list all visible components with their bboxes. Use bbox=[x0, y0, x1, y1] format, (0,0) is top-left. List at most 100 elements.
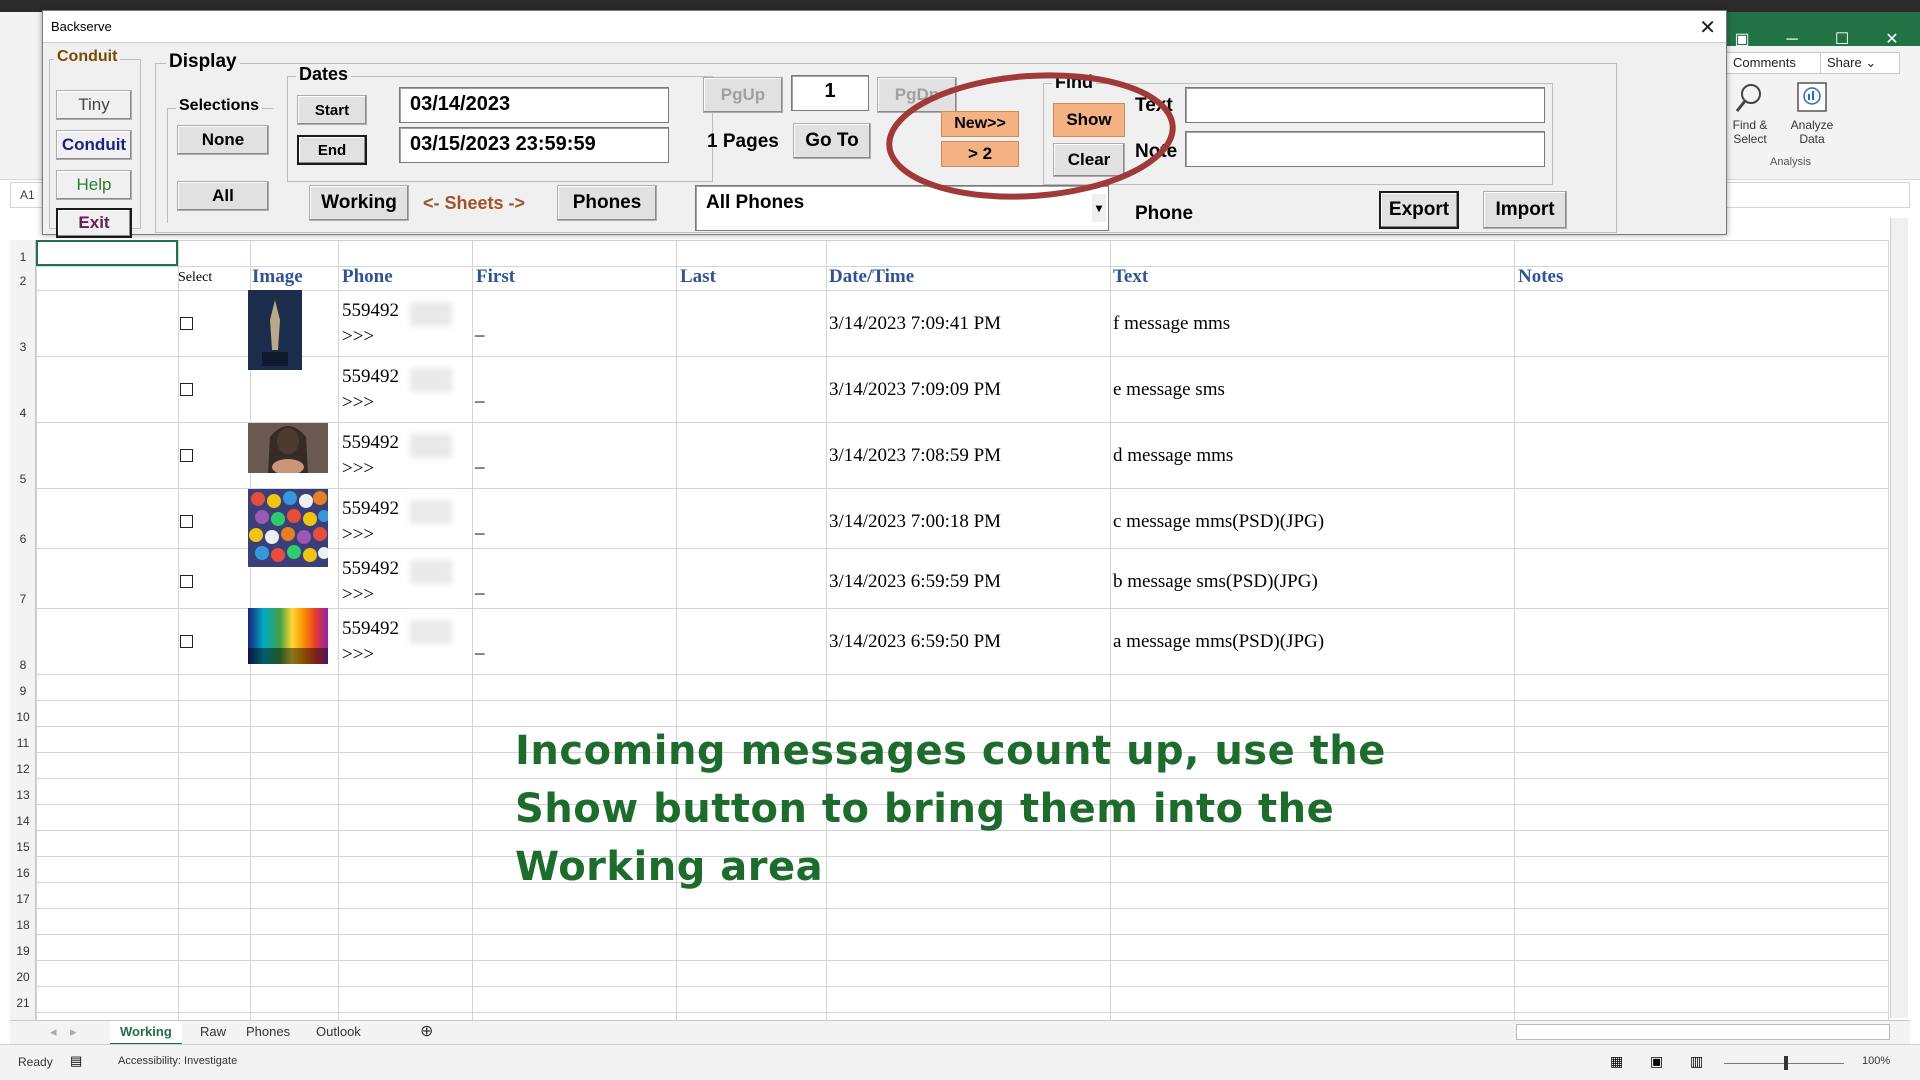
start-date-button[interactable]: Start bbox=[297, 95, 367, 125]
comments-label: Comments bbox=[1733, 55, 1796, 70]
tab-scroll-right-icon[interactable]: ▸ bbox=[60, 1021, 87, 1045]
datetime-cell: 3/14/2023 6:59:59 PM bbox=[829, 571, 1002, 592]
tab-working[interactable]: Working bbox=[110, 1021, 182, 1045]
phone-filter-value: All Phones bbox=[706, 192, 805, 213]
find-text-input[interactable] bbox=[1185, 87, 1545, 123]
redacted-phone bbox=[410, 302, 452, 326]
close-icon[interactable]: ✕ bbox=[1872, 26, 1912, 54]
import-button[interactable]: Import bbox=[1483, 191, 1567, 229]
phone-link[interactable]: >>> bbox=[342, 392, 374, 414]
phone-link[interactable]: >>> bbox=[342, 644, 374, 666]
add-sheet-icon[interactable]: ⊕ bbox=[410, 1021, 443, 1045]
select-all-button[interactable]: All bbox=[177, 181, 269, 211]
page-number-field[interactable]: 1 bbox=[791, 75, 869, 111]
working-sheet-button[interactable]: Working bbox=[309, 185, 409, 221]
help-button[interactable]: Help bbox=[56, 170, 132, 200]
active-cell[interactable] bbox=[36, 240, 178, 266]
row-number[interactable]: 13 bbox=[10, 788, 36, 802]
vertical-scrollbar[interactable] bbox=[1890, 218, 1908, 1018]
phone-link[interactable]: >>> bbox=[342, 326, 374, 348]
tab-phones[interactable]: Phones bbox=[236, 1021, 300, 1045]
normal-view-icon[interactable]: ▦ bbox=[1610, 1053, 1623, 1070]
select-none-button[interactable]: None bbox=[177, 125, 269, 155]
exit-button[interactable]: Exit bbox=[56, 208, 132, 238]
row-number[interactable]: 8 bbox=[10, 658, 36, 672]
row-number[interactable]: 3 bbox=[10, 340, 36, 354]
name-box[interactable]: A1 bbox=[20, 188, 35, 202]
row-number[interactable]: 7 bbox=[10, 592, 36, 606]
text-cell: d message mms bbox=[1113, 445, 1234, 466]
row-number[interactable]: 16 bbox=[10, 866, 36, 880]
comments-button[interactable]: Comments bbox=[1726, 52, 1822, 74]
phone-cell: 559492 bbox=[342, 618, 399, 639]
row-number[interactable]: 1 bbox=[10, 250, 36, 264]
phone-cell: 559492 bbox=[342, 366, 399, 387]
export-button[interactable]: Export bbox=[1379, 191, 1459, 229]
row-number[interactable]: 17 bbox=[10, 892, 36, 906]
phone-link[interactable]: >>> bbox=[342, 524, 374, 546]
phone-cell: 559492 bbox=[342, 558, 399, 579]
minimize-icon[interactable]: ─ bbox=[1772, 26, 1812, 54]
row-number[interactable]: 18 bbox=[10, 918, 36, 932]
macro-record-icon[interactable]: ▤ bbox=[70, 1053, 82, 1069]
row-number[interactable]: 4 bbox=[10, 406, 36, 420]
select-checkbox[interactable] bbox=[180, 515, 193, 528]
text-cell: c message mms(PSD)(JPG) bbox=[1113, 511, 1325, 532]
tiny-button[interactable]: Tiny bbox=[56, 90, 132, 120]
zoom-slider-thumb[interactable] bbox=[1784, 1056, 1788, 1070]
row-gridline bbox=[36, 356, 1888, 357]
row-number[interactable]: 10 bbox=[10, 710, 36, 724]
dialog-title: Backserve bbox=[51, 19, 112, 34]
accessibility-status[interactable]: Accessibility: Investigate bbox=[118, 1055, 237, 1067]
row-number[interactable]: 2 bbox=[10, 274, 36, 288]
dialog-close-icon[interactable]: ✕ bbox=[1699, 15, 1716, 40]
start-date-field[interactable]: 03/14/2023 bbox=[399, 87, 669, 123]
select-checkbox[interactable] bbox=[180, 635, 193, 648]
column-gridline bbox=[676, 240, 677, 1020]
row-number[interactable]: 12 bbox=[10, 762, 36, 776]
row-number[interactable]: 6 bbox=[10, 532, 36, 546]
page-layout-icon[interactable]: ▣ bbox=[1650, 1053, 1663, 1070]
page-break-icon[interactable]: ▥ bbox=[1690, 1053, 1703, 1070]
header-select: Select bbox=[178, 270, 213, 285]
row-number[interactable]: 19 bbox=[10, 944, 36, 958]
select-checkbox[interactable] bbox=[180, 575, 193, 588]
find-note-input[interactable] bbox=[1185, 131, 1545, 167]
conduit-button[interactable]: Conduit bbox=[56, 130, 132, 160]
phone-link[interactable]: >>> bbox=[342, 458, 374, 480]
phones-sheet-button[interactable]: Phones bbox=[557, 185, 657, 221]
zoom-level[interactable]: 100% bbox=[1862, 1055, 1890, 1067]
statue-thumbnail-image bbox=[248, 290, 302, 370]
select-checkbox[interactable] bbox=[180, 317, 193, 330]
row-number[interactable]: 21 bbox=[10, 996, 36, 1010]
ribbon-display-icon[interactable]: ▣ bbox=[1722, 26, 1762, 54]
select-checkbox[interactable] bbox=[180, 449, 193, 462]
row-number[interactable]: 5 bbox=[10, 472, 36, 486]
end-date-button[interactable]: End bbox=[297, 135, 367, 165]
find-select-button[interactable]: Find & Select bbox=[1720, 80, 1780, 146]
dialog-titlebar: Backserve ✕ bbox=[43, 11, 1726, 43]
row-number[interactable]: 14 bbox=[10, 814, 36, 828]
tab-raw[interactable]: Raw bbox=[190, 1021, 236, 1045]
maximize-icon[interactable]: ☐ bbox=[1822, 26, 1862, 54]
row-number[interactable]: 20 bbox=[10, 970, 36, 984]
end-date-field[interactable]: 03/15/2023 23:59:59 bbox=[399, 127, 669, 163]
sheets-label: <- Sheets -> bbox=[423, 193, 526, 213]
select-checkbox[interactable] bbox=[180, 383, 193, 396]
go-to-button[interactable]: Go To bbox=[793, 123, 871, 159]
share-button[interactable]: Share ⌄ bbox=[1820, 52, 1900, 74]
redacted-phone bbox=[410, 620, 452, 644]
phone-cell: 559492 bbox=[342, 300, 399, 321]
phone-link[interactable]: >>> bbox=[342, 584, 374, 606]
horizontal-scrollbar[interactable] bbox=[1516, 1024, 1890, 1040]
analyze-data-button[interactable]: Analyze Data bbox=[1782, 80, 1842, 146]
backserve-dialog: Backserve ✕ Conduit Tiny Conduit Help Ex… bbox=[42, 10, 1727, 238]
row-number[interactable]: 11 bbox=[10, 736, 36, 750]
tab-outlook[interactable]: Outlook bbox=[306, 1021, 371, 1045]
spectrum-thumbnail-image bbox=[248, 608, 328, 664]
status-bar: Ready ▤ Accessibility: Investigate ▦ ▣ ▥… bbox=[0, 1044, 1920, 1080]
first-cell: _ bbox=[475, 450, 485, 471]
row-number[interactable]: 15 bbox=[10, 840, 36, 854]
page-up-button[interactable]: PgUp bbox=[703, 77, 783, 113]
row-number[interactable]: 9 bbox=[10, 684, 36, 698]
